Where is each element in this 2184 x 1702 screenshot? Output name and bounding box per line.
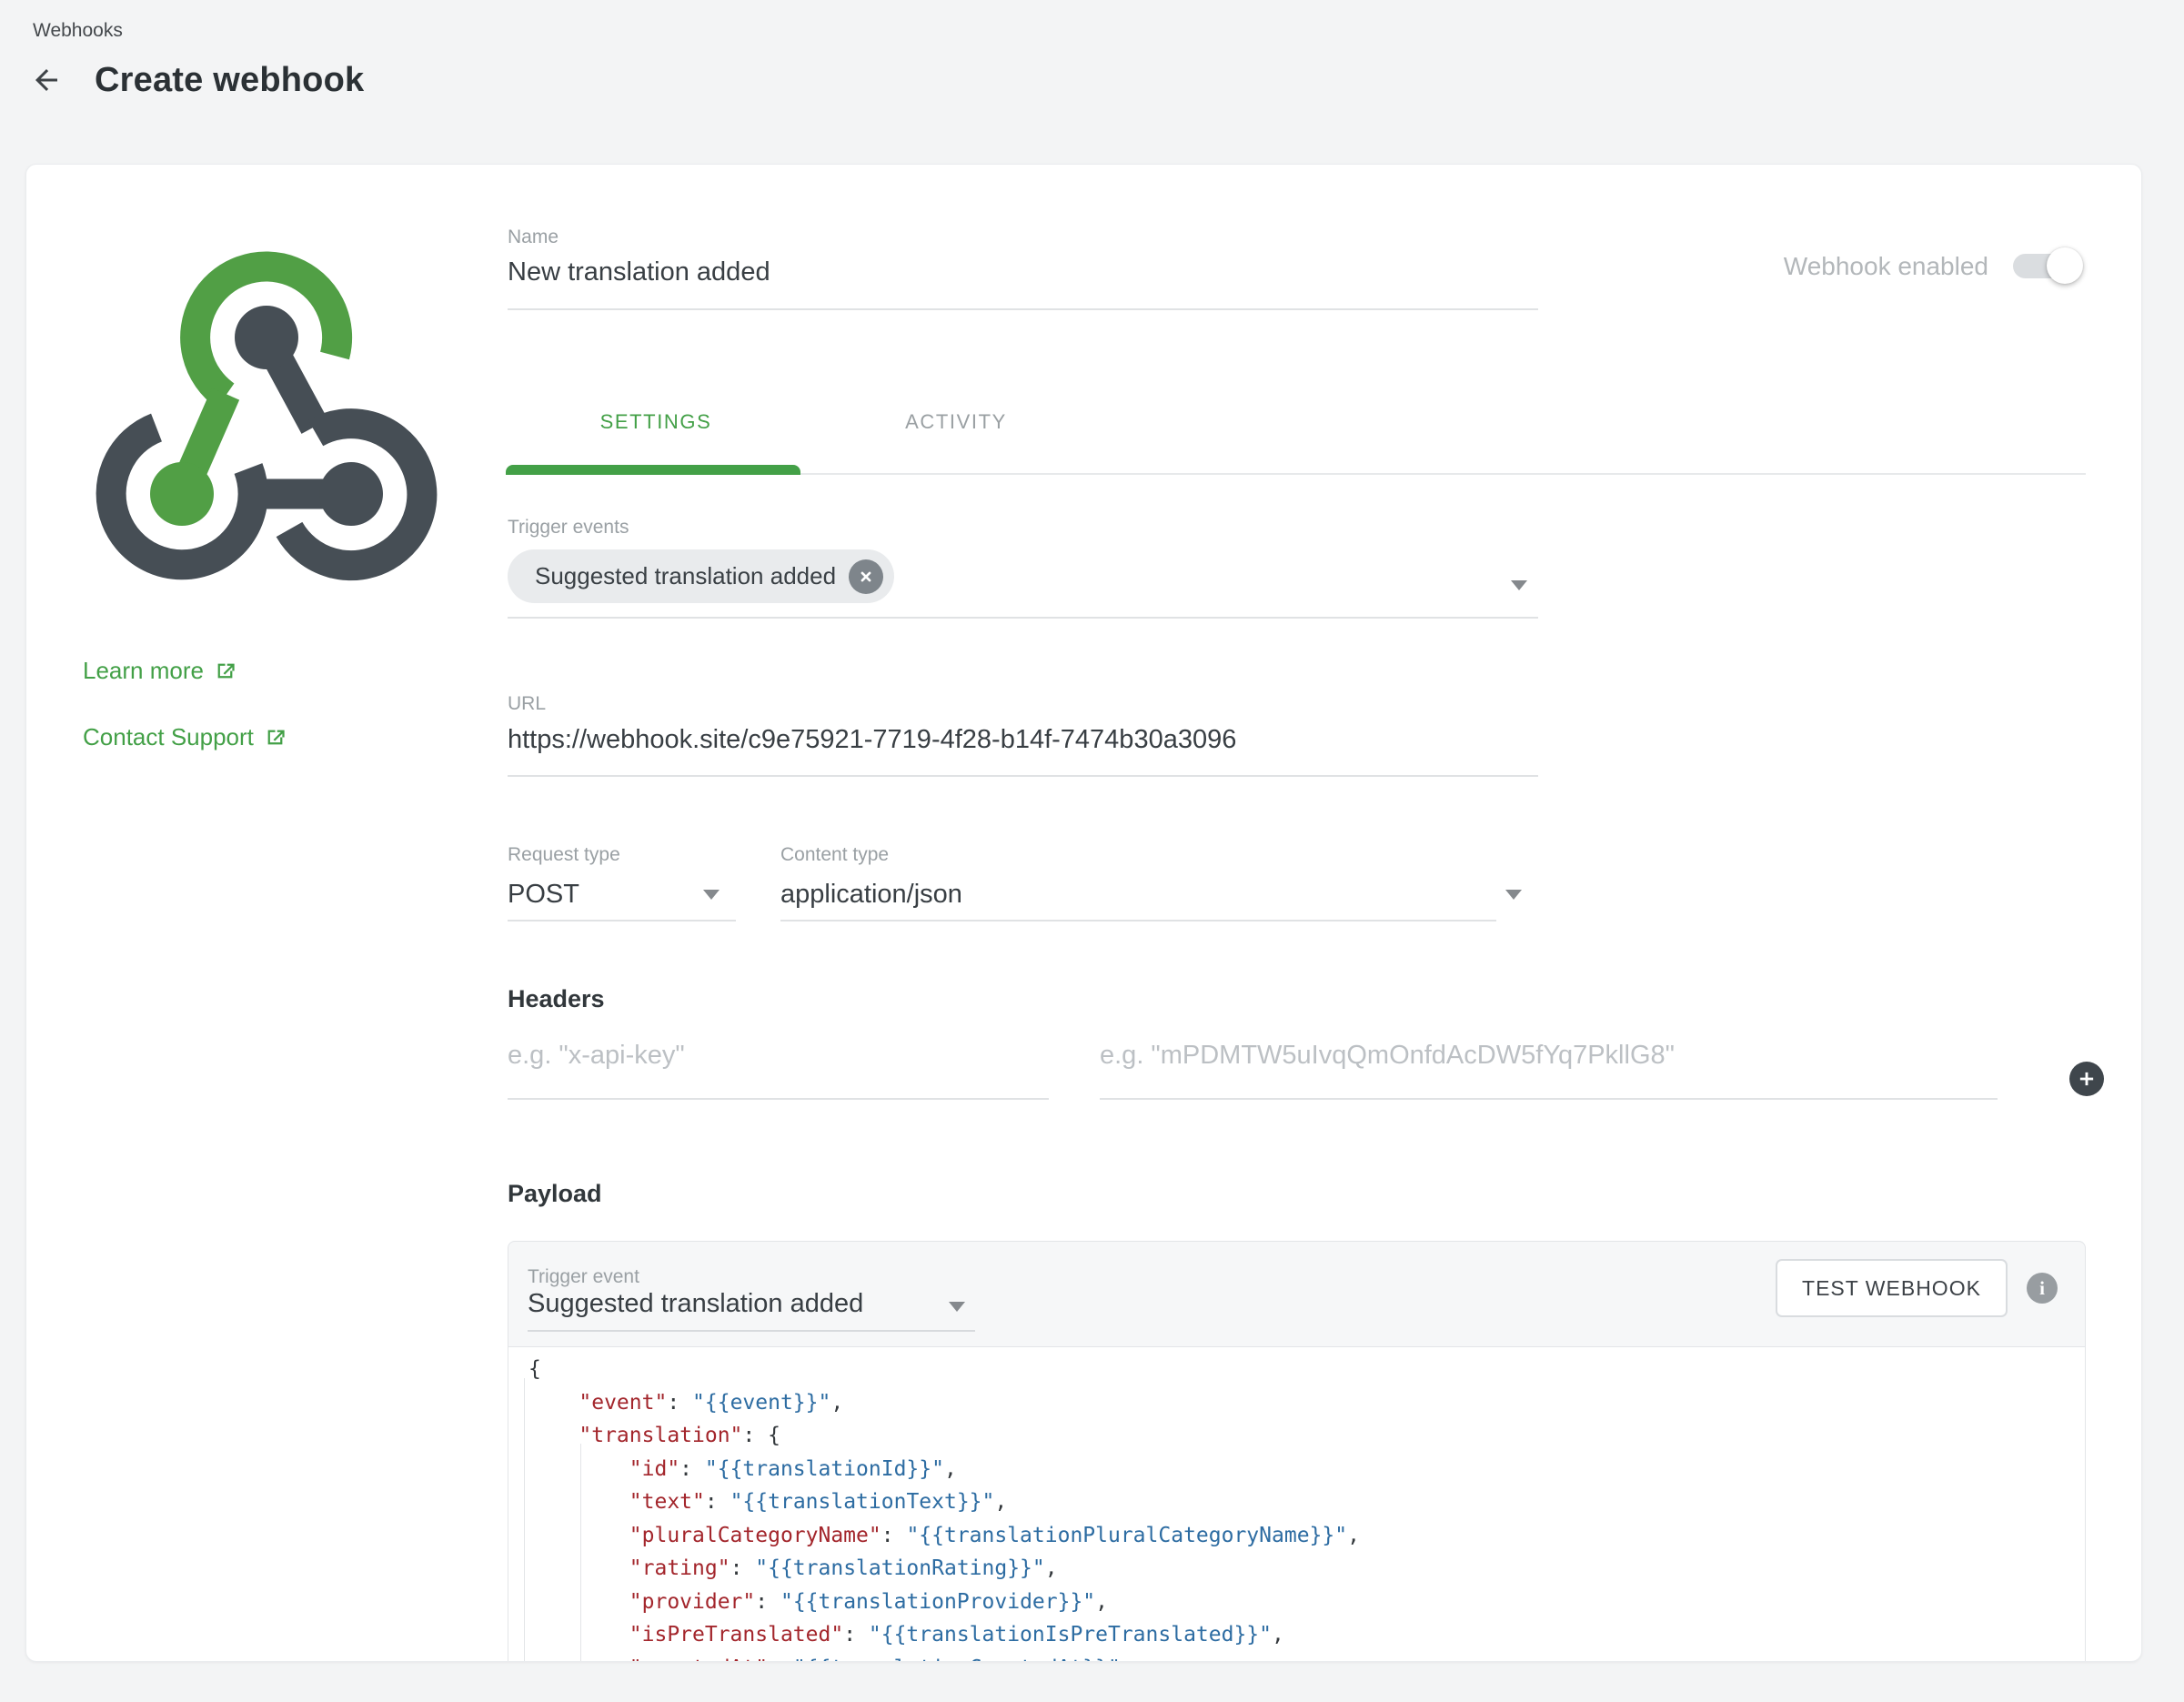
- learn-more-link[interactable]: Learn more: [83, 657, 237, 685]
- payload-panel: Trigger event Suggested translation adde…: [508, 1241, 2086, 1662]
- content-type-select[interactable]: application/json: [780, 880, 962, 910]
- name-label: Name: [508, 227, 559, 248]
- external-link-icon: [213, 659, 237, 683]
- tab-settings[interactable]: SETTINGS: [506, 394, 806, 450]
- payload-trigger-event-underline: [528, 1330, 975, 1332]
- payload-trigger-event-caret[interactable]: [949, 1302, 965, 1312]
- url-label: URL: [508, 693, 546, 715]
- content-type-caret[interactable]: [1505, 890, 1522, 900]
- back-button[interactable]: [27, 61, 65, 99]
- trigger-event-chip[interactable]: Suggested translation added: [508, 549, 894, 603]
- chip-remove-button[interactable]: [849, 559, 883, 594]
- external-link-icon: [263, 725, 287, 750]
- payload-title: Payload: [508, 1180, 602, 1208]
- trigger-events-dropdown-caret[interactable]: [1511, 580, 1527, 590]
- webhook-logo-icon: [85, 242, 448, 592]
- plus-icon: [2077, 1069, 2097, 1089]
- learn-more-label: Learn more: [83, 657, 204, 685]
- trigger-events-label: Trigger events: [508, 517, 629, 539]
- header-key-input[interactable]: [508, 1041, 1049, 1071]
- info-icon[interactable]: i: [2027, 1273, 2058, 1304]
- payload-code: { "event": "{{event}}", "translation": {…: [508, 1347, 2085, 1662]
- chip-label: Suggested translation added: [535, 562, 836, 590]
- request-type-underline: [508, 920, 736, 921]
- trigger-events-underline: [508, 617, 1538, 619]
- page-title: Create webhook: [95, 61, 364, 100]
- header-value-input[interactable]: [1100, 1041, 1998, 1071]
- request-type-label: Request type: [508, 844, 620, 866]
- arrow-left-icon: [30, 64, 63, 96]
- request-type-select[interactable]: POST: [508, 880, 579, 910]
- name-underline: [508, 308, 1538, 310]
- webhook-enabled-toggle-knob[interactable]: [2047, 247, 2083, 284]
- content-type-underline: [780, 920, 1496, 921]
- content-type-label: Content type: [780, 844, 889, 866]
- url-underline: [508, 775, 1538, 777]
- request-type-caret[interactable]: [703, 890, 720, 900]
- payload-trigger-event-label: Trigger event: [528, 1266, 639, 1288]
- headers-title: Headers: [508, 985, 605, 1013]
- header-value-underline: [1100, 1098, 1998, 1100]
- name-input[interactable]: [508, 257, 1538, 287]
- payload-trigger-event-select[interactable]: Suggested translation added: [528, 1289, 863, 1319]
- add-header-button[interactable]: [2069, 1062, 2104, 1096]
- payload-code-editor[interactable]: { "event": "{{event}}", "translation": {…: [508, 1346, 2085, 1662]
- header-key-underline: [508, 1098, 1049, 1100]
- url-input[interactable]: [508, 725, 1538, 755]
- webhook-card: Learn more Contact Support Name Webhook …: [25, 164, 2142, 1662]
- active-tab-indicator: [506, 465, 800, 475]
- test-webhook-button[interactable]: TEST WEBHOOK: [1776, 1259, 2008, 1317]
- webhook-enabled-label: Webhook enabled: [1784, 252, 1988, 281]
- breadcrumb[interactable]: Webhooks: [33, 20, 123, 42]
- contact-support-label: Contact Support: [83, 723, 254, 751]
- x-icon: [858, 569, 874, 585]
- tab-activity[interactable]: ACTIVITY: [806, 394, 1106, 450]
- title-bar: Create webhook: [27, 56, 364, 104]
- contact-support-link[interactable]: Contact Support: [83, 723, 287, 751]
